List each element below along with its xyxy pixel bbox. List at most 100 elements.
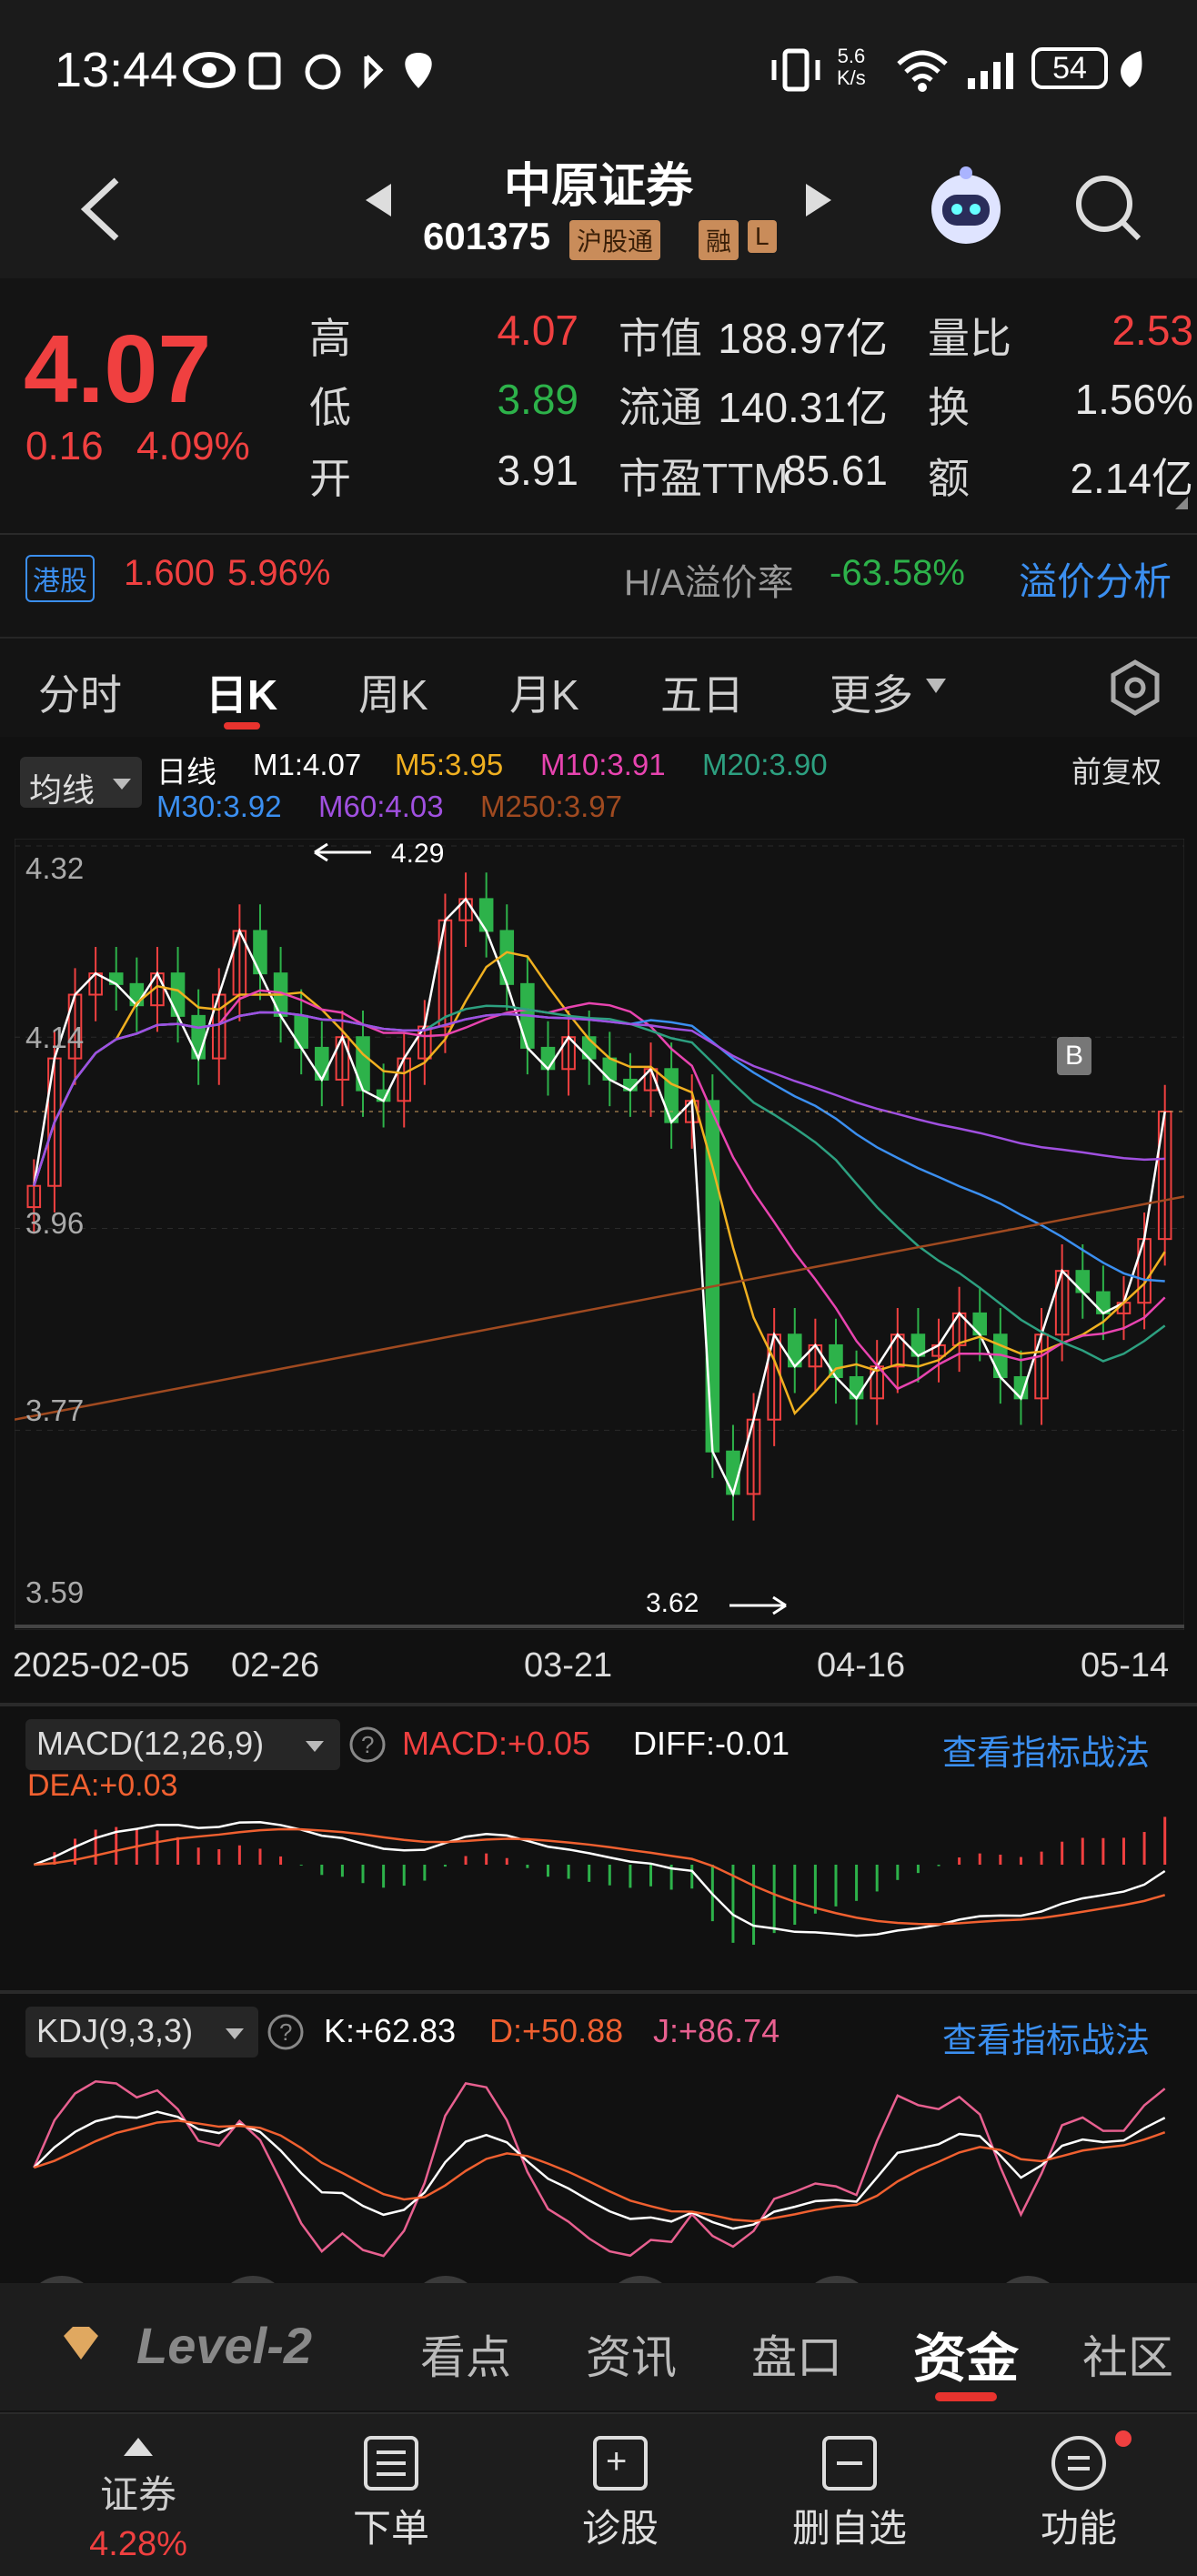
tab-community[interactable]: 社区 xyxy=(1082,2321,1197,2387)
tab-daily-k[interactable]: 日K xyxy=(206,662,277,722)
tab-weekly-k[interactable]: 周K xyxy=(358,662,428,722)
bottom-nav: 证券 4.28% 下单 + 诊股 删自选 功能 xyxy=(0,2412,1197,2576)
tab-orderbook[interactable]: 盘口 xyxy=(751,2321,842,2387)
status-icons xyxy=(183,52,432,90)
remove-watchlist-icon xyxy=(822,2436,877,2490)
hk-badge[interactable]: 港股 xyxy=(25,555,95,602)
k-value: K:+62.83 xyxy=(324,2012,457,2049)
leaf-icon xyxy=(1121,51,1142,87)
settings-icon[interactable] xyxy=(1106,659,1164,717)
kdj-help-icon[interactable]: ? xyxy=(266,2012,306,2052)
legend-m30: M30:3.92 xyxy=(156,790,282,823)
order-icon xyxy=(364,2436,418,2490)
expand-corner-icon[interactable] xyxy=(1173,495,1190,511)
nav-functions-label: 功能 xyxy=(1040,2507,1117,2550)
x-tick-4: 05-14 xyxy=(1081,1646,1170,1685)
nav-diagnose-label: 诊股 xyxy=(581,2507,659,2550)
functions-icon xyxy=(1051,2436,1106,2490)
search-icon[interactable] xyxy=(1071,171,1144,244)
nav-functions[interactable]: 功能 xyxy=(988,2412,1170,2553)
notification-dot xyxy=(1115,2430,1132,2447)
stock-code: 601375 xyxy=(423,215,551,257)
label-open: 开 xyxy=(309,455,351,502)
tab-intraday[interactable]: 分时 xyxy=(38,662,122,722)
svg-text:?: ? xyxy=(361,1731,374,1758)
tab-active-indicator xyxy=(224,722,260,730)
battery-icon: 54 xyxy=(1031,47,1108,89)
y-tick-3-96: 3.96 xyxy=(25,1206,85,1240)
value-mktcap: 188.97亿 xyxy=(718,315,888,362)
low-arrow-icon xyxy=(729,1595,787,1615)
candle-body xyxy=(664,1068,679,1123)
tab-highlights[interactable]: 看点 xyxy=(420,2321,511,2387)
quote-panel: 4.07 0.16 4.09% 高 4.07 市值 188.97亿 量比 2.5… xyxy=(0,278,1197,533)
label-low: 低 xyxy=(309,384,351,431)
tag-shgt: 沪股通 xyxy=(569,220,661,260)
nav-remove-watchlist[interactable]: 删自选 xyxy=(759,2412,940,2553)
tab-capital[interactable]: 资金 xyxy=(913,2316,1019,2392)
adjust-mode[interactable]: 前复权 xyxy=(1071,748,1162,791)
tab-level2[interactable]: Level-2 xyxy=(136,2316,312,2375)
j-value: J:+86.74 xyxy=(653,2012,780,2049)
nav-order[interactable]: 下单 xyxy=(300,2412,482,2553)
premium-analysis-link[interactable]: 溢价分析 xyxy=(1019,551,1172,607)
value-pe: 85.61 xyxy=(782,447,888,494)
nav-order-label: 下单 xyxy=(352,2507,429,2550)
legend-m5: M5:3.95 xyxy=(395,748,504,781)
value-amount: 2.14亿 xyxy=(1070,455,1193,502)
status-time: 13:44 xyxy=(55,43,178,97)
y-tick-3-77: 3.77 xyxy=(25,1394,85,1427)
diff-line xyxy=(33,1821,1166,1937)
tab-more[interactable]: 更多 xyxy=(830,662,913,722)
chart-area[interactable]: 均线 日线 M1:4.07 M5:3.95 M10:3.91 M20:3.90 … xyxy=(0,737,1197,2349)
more-chevron-icon xyxy=(926,679,946,693)
candle-body xyxy=(356,1036,370,1092)
nav-diagnose[interactable]: + 诊股 xyxy=(529,2412,711,2553)
diamond-icon xyxy=(64,2327,98,2360)
macd-strategy-link[interactable]: 查看指标战法 xyxy=(942,1725,1150,1775)
tab-news[interactable]: 资讯 xyxy=(586,2321,677,2387)
price-change: 0.16 xyxy=(25,424,104,468)
macd-value: MACD:+0.05 xyxy=(402,1725,591,1762)
legend-m10: M10:3.91 xyxy=(540,748,666,781)
tab-five-day[interactable]: 五日 xyxy=(660,662,744,722)
kdj-selector-label: KDJ(9,3,3) xyxy=(36,2012,194,2049)
tab-monthly-k[interactable]: 月K xyxy=(509,662,579,722)
x-tick-1: 02-26 xyxy=(231,1646,320,1685)
premium-value: -63.58% xyxy=(830,553,965,593)
macd-help-icon[interactable]: ? xyxy=(347,1725,387,1765)
kdj-chart xyxy=(33,2079,1166,2258)
value-float: 140.31亿 xyxy=(718,384,888,431)
j-line xyxy=(33,2079,1166,2258)
label-pe: 市盈TTM xyxy=(619,455,789,502)
label-volratio: 量比 xyxy=(928,315,1011,362)
low-annotation: 3.62 xyxy=(646,1588,699,1618)
buy-marker[interactable]: B xyxy=(1057,1037,1091,1075)
hk-price: 1.600 xyxy=(124,553,216,593)
nav-securities[interactable]: 证券 4.28% xyxy=(47,2412,229,2564)
ma-dropdown-icon xyxy=(113,779,131,790)
wifi-icon xyxy=(897,50,948,92)
x-tick-2: 03-21 xyxy=(524,1646,613,1685)
net-speed: 5.6 K/s xyxy=(837,45,866,89)
value-high: 4.07 xyxy=(497,307,578,354)
label-amount: 额 xyxy=(928,455,970,502)
robot-assistant-icon[interactable] xyxy=(922,162,1010,249)
nav-remove-watchlist-label: 删自选 xyxy=(791,2507,907,2550)
expand-up-icon xyxy=(124,2438,153,2456)
macd-chart xyxy=(33,1816,1167,1946)
dea-line xyxy=(34,1827,1166,1926)
legend-m250: M250:3.97 xyxy=(480,790,622,823)
chart-tabs: 分时 日K 周K 月K 五日 更多 xyxy=(0,637,1197,737)
level-tab-indicator xyxy=(935,2392,997,2401)
kdj-strategy-link[interactable]: 查看指标战法 xyxy=(942,2012,1150,2062)
k-line xyxy=(33,2110,1166,2230)
tag-l: L xyxy=(748,220,777,253)
stock-name: 中原证券 xyxy=(503,160,693,213)
next-stock-icon[interactable] xyxy=(802,180,835,220)
status-bar: 13:44 5.6 K/s 54 xyxy=(0,0,1197,136)
label-high: 高 xyxy=(309,315,351,362)
label-float: 流通 xyxy=(619,384,702,431)
ma-button-label: 均线 xyxy=(29,771,96,809)
label-mktcap: 市值 xyxy=(619,315,702,362)
